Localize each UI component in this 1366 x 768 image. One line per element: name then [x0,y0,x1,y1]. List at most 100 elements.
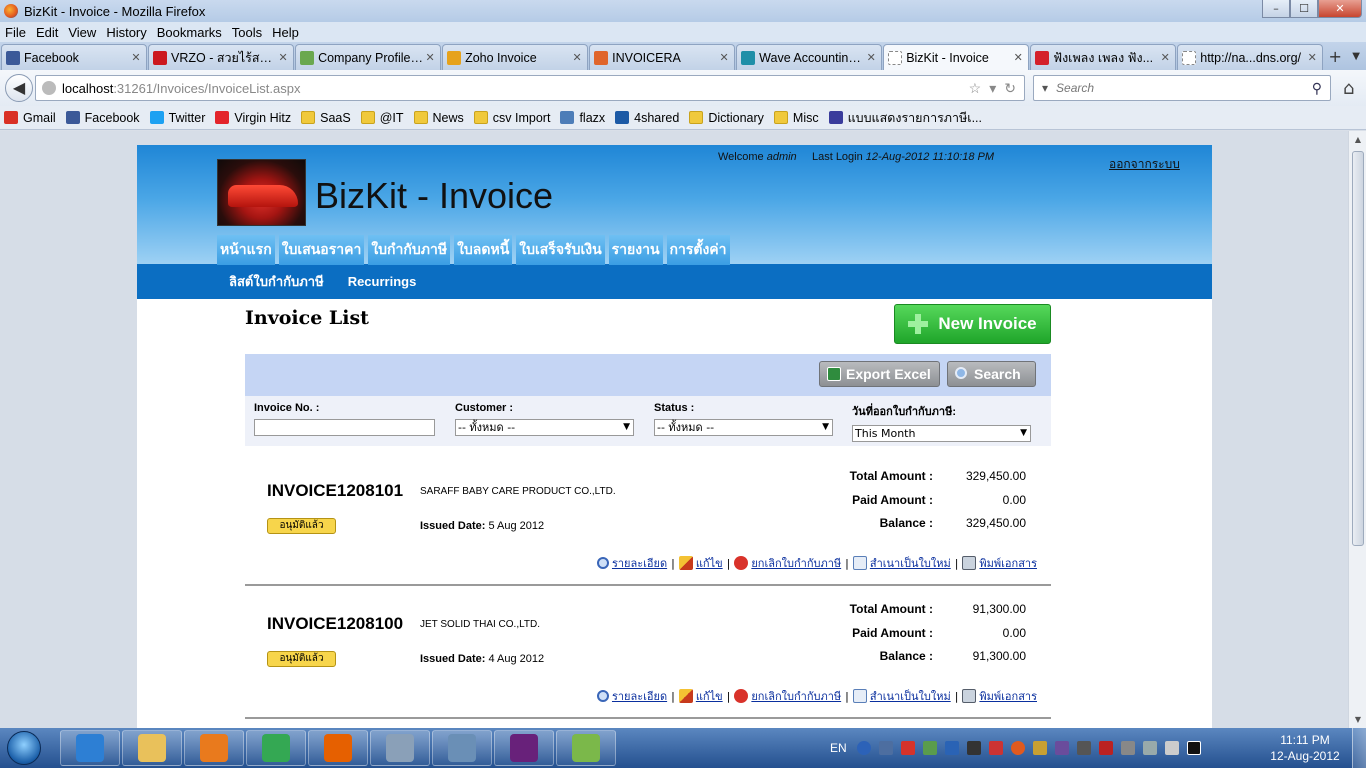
flag-icon[interactable] [1186,741,1201,755]
tab-close-icon[interactable]: ✕ [571,51,583,64]
nav-credit-note[interactable]: ใบลดหนี้ [454,235,513,265]
search-engine-icon[interactable]: ▾ [1042,81,1048,95]
menu-edit[interactable]: Edit [31,25,63,40]
action-center-icon[interactable] [1098,741,1113,755]
gmail-notifier-icon[interactable] [900,741,915,755]
show-desktop-button[interactable] [1352,728,1366,768]
bookmark-item[interactable]: @IT [360,111,404,125]
browser-tab[interactable]: Facebook ✕ [1,44,148,70]
nav-tax-invoice[interactable]: ใบกำกับภาษี [368,235,451,265]
logout-link[interactable]: ออกจากระบบ [1109,155,1180,174]
bookmark-item[interactable]: Facebook [65,111,140,125]
network-tool-icon[interactable] [922,741,937,755]
bookmark-item[interactable]: csv Import [473,111,550,125]
printer-icon[interactable] [962,556,977,570]
invoice-number[interactable]: INVOICE1208101 [267,481,403,501]
wifi-icon[interactable] [1142,741,1157,755]
menu-help[interactable]: Help [267,25,304,40]
customer-select[interactable]: -- ทั้งหมด -- ▼ [455,419,634,436]
app-tray-icon[interactable] [1010,741,1025,755]
menu-tools[interactable]: Tools [227,25,267,40]
nav-settings[interactable]: การตั้งค่า [666,235,730,265]
bookmark-item[interactable]: Gmail [4,111,56,125]
subnav-invoice-list[interactable]: ลิสต์ใบกำกับภาษี [229,271,324,292]
volume-icon[interactable] [1164,741,1179,755]
bookmark-item[interactable]: Misc [773,111,819,125]
edit-link[interactable]: แก้ไข [696,554,723,572]
magnifier-icon[interactable] [596,690,609,702]
menu-bookmarks[interactable]: Bookmarks [152,25,227,40]
search-bar[interactable]: ▾ Search ⚲ [1033,75,1331,101]
invoice-number[interactable]: INVOICE1208100 [267,614,403,634]
tab-close-icon[interactable]: ✕ [1159,51,1171,64]
taskbar-app-button[interactable] [184,730,244,766]
view-details-link[interactable]: รายละเอียด [612,687,667,705]
home-icon[interactable]: ⌂ [1343,78,1354,99]
new-tab-icon[interactable]: + [1324,44,1346,70]
display-icon[interactable] [1076,741,1091,755]
printer-icon[interactable] [962,689,977,703]
battery-icon[interactable] [1120,741,1135,755]
page-scrollbar[interactable]: ▲ ▼ [1348,131,1366,728]
nav-home[interactable]: หน้าแรก [217,235,275,265]
bookmark-item[interactable]: Dictionary [689,111,764,125]
system-clock[interactable]: 11:11 PM 12-Aug-2012 [1262,732,1348,764]
minimize-button[interactable]: – [1262,0,1290,18]
back-button[interactable]: ◀ [5,74,33,102]
pencil-icon[interactable] [678,556,693,570]
browser-tab[interactable]: Wave Accounting... ✕ [736,44,883,70]
keyboard-icon[interactable] [878,741,893,755]
menu-view[interactable]: View [63,25,101,40]
taskbar-app-button[interactable] [432,730,492,766]
reload-icon[interactable]: ↻ [1004,80,1016,97]
copy-icon[interactable] [852,689,867,703]
scrollbar-thumb[interactable] [1352,151,1364,546]
infinity-icon[interactable] [1054,741,1069,755]
tab-close-icon[interactable]: ✕ [1012,51,1024,64]
browser-tab[interactable]: Company Profile: ... ✕ [295,44,442,70]
bookmark-item[interactable]: Virgin Hitz [215,111,291,125]
browser-tab[interactable]: ฟังเพลง เพลง ฟัง... ✕ [1030,44,1177,70]
scroll-up-icon[interactable]: ▲ [1349,135,1366,144]
language-indicator[interactable]: EN [830,741,847,755]
user-icon[interactable] [1032,741,1047,755]
tab-close-icon[interactable]: ✕ [277,51,289,64]
new-invoice-button[interactable]: New Invoice [894,304,1051,344]
printer-icon[interactable] [966,741,981,755]
taskbar-app-button[interactable] [370,730,430,766]
browser-tab[interactable]: VRZO - สวยไร้สม... ✕ [148,44,295,70]
tab-close-icon[interactable]: ✕ [130,51,142,64]
taskbar-app-button[interactable] [556,730,616,766]
status-select[interactable]: -- ทั้งหมด -- ▼ [654,419,833,436]
taskbar-app-button[interactable] [308,730,368,766]
bookmark-item[interactable]: SaaS [301,111,351,125]
print-link[interactable]: พิมพ์เอกสาร [979,687,1037,705]
menu-file[interactable]: File [0,25,31,40]
no-entry-icon[interactable] [734,556,749,570]
tab-close-icon[interactable]: ✕ [1306,51,1318,64]
tab-close-icon[interactable]: ✕ [865,51,877,64]
bookmark-item[interactable]: Twitter [149,111,205,125]
scroll-down-icon[interactable]: ▼ [1349,715,1366,724]
bookmark-item[interactable]: News [413,111,464,125]
pencil-icon[interactable] [678,689,693,703]
search-icon[interactable]: ⚲ [1312,80,1322,97]
bookmark-item[interactable]: แบบแสดงรายการภาษีเ... [828,108,982,128]
cancel-invoice-link[interactable]: ยกเลิกใบกำกับภาษี [751,554,841,572]
browser-tab[interactable]: INVOICERA ✕ [589,44,736,70]
browser-tab[interactable]: http://na...dns.org/ ✕ [1177,44,1324,70]
search-button[interactable]: Search [947,361,1036,387]
taskbar-app-button[interactable] [60,730,120,766]
maximize-button[interactable]: ☐ [1290,0,1318,18]
taskbar-app-button[interactable] [122,730,182,766]
bluetooth-icon[interactable] [944,741,959,755]
duplicate-link[interactable]: สำเนาเป็นใบใหม่ [870,687,951,705]
browser-tab[interactable]: BizKit - Invoice ✕ [883,44,1030,70]
taskbar-app-button[interactable] [494,730,554,766]
bookmark-item[interactable]: flazx [560,111,605,125]
close-button[interactable]: ✕ [1318,0,1362,18]
edit-link[interactable]: แก้ไข [696,687,723,705]
taskbar-app-button[interactable] [246,730,306,766]
antivirus-icon[interactable] [988,741,1003,755]
issue-date-select[interactable]: This Month ▼ [852,425,1031,442]
